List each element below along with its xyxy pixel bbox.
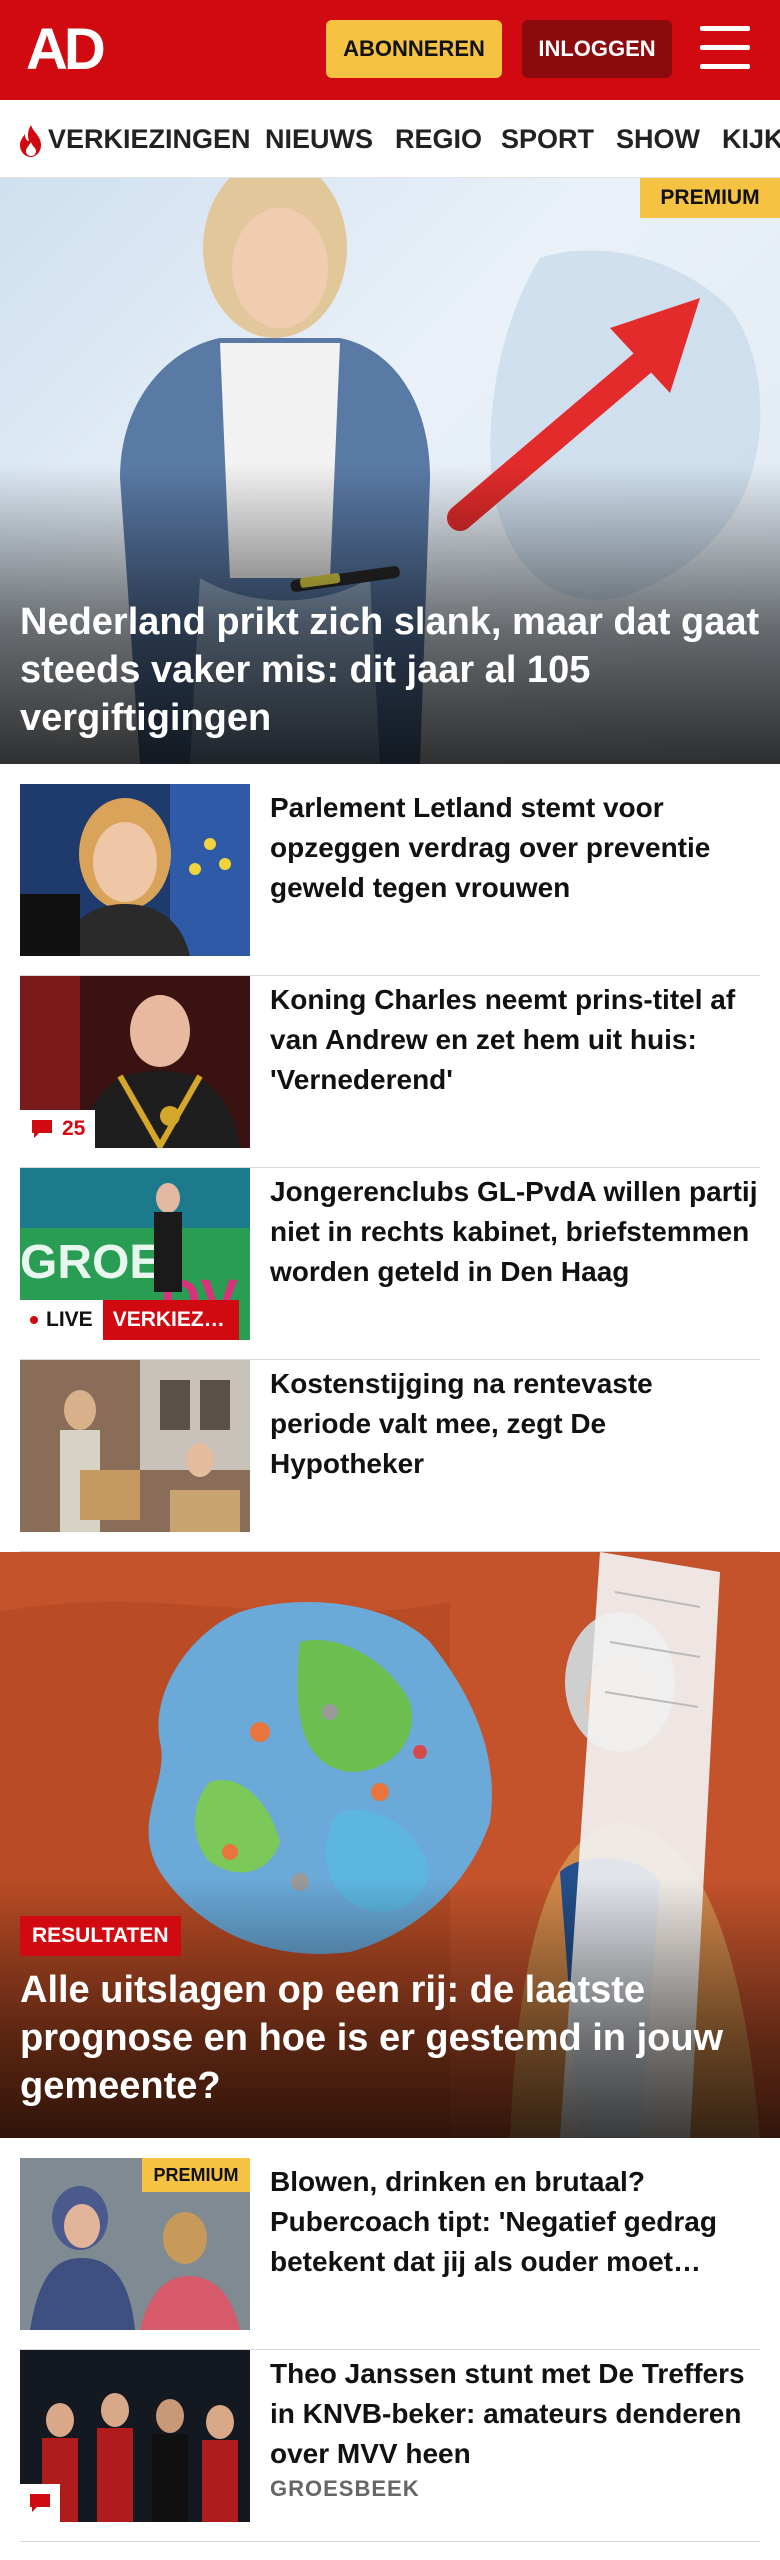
nav-item-regio[interactable]: REGIO — [395, 122, 482, 156]
article-title[interactable]: Jongerenclubs GL-PvdA willen partij niet… — [270, 1172, 760, 1292]
results-badge: RESULTATEN — [20, 1916, 181, 1956]
hero-title[interactable]: Nederland prikt zich slank, maar dat gaa… — [20, 598, 760, 742]
hamburger-menu-icon[interactable] — [700, 26, 750, 72]
list-item[interactable]: GROE DV LIVE VERKIEZINGEN Jongerenclubs … — [20, 1168, 760, 1360]
premium-badge: PREMIUM — [640, 178, 780, 218]
list-item[interactable]: 25 Koning Charles neemt prins-titel af v… — [20, 976, 760, 1168]
login-button[interactable]: INLOGGEN — [522, 20, 672, 78]
subscribe-button[interactable]: ABONNEREN — [326, 20, 502, 78]
article-location: GROESBEEK — [270, 2476, 420, 2501]
premium-badge: PREMIUM — [142, 2158, 250, 2192]
list-item[interactable]: Theo Janssen stunt met De Treffers in KN… — [20, 2350, 760, 2542]
feature-title[interactable]: Alle uitslagen op een rij: de laatste pr… — [20, 1966, 770, 2110]
list-item[interactable]: Kostenstijging na rentevaste periode val… — [20, 1360, 760, 1552]
section-nav: VERKIEZINGEN NIEUWS REGIO SPORT SHOW KIJ… — [0, 100, 780, 178]
article-thumbnail: PREMIUM — [20, 2158, 250, 2330]
feature-article[interactable]: RESULTATEN Alle uitslagen op een rij: de… — [0, 1552, 780, 2138]
nav-item-verkiezingen[interactable]: VERKIEZINGEN — [16, 122, 251, 158]
nav-label: VERKIEZINGEN — [48, 124, 251, 154]
hero-article[interactable]: PREMIUM Nederland prikt zich slank, maar… — [0, 178, 780, 764]
flame-icon — [20, 124, 41, 157]
comment-icon — [30, 2494, 50, 2512]
article-thumbnail — [20, 784, 250, 956]
article-title[interactable]: Koning Charles neemt prins-titel af van … — [270, 980, 760, 1100]
article-title[interactable]: Kostenstijging na rentevaste periode val… — [270, 1364, 760, 1484]
nav-item-nieuws[interactable]: NIEUWS — [265, 122, 373, 156]
comment-icon — [32, 1120, 52, 1138]
article-title[interactable]: Blowen, drinken en brutaal? Pubercoach t… — [270, 2162, 760, 2282]
nav-item-sport[interactable]: SPORT — [501, 122, 594, 156]
top-header: AD ABONNEREN INLOGGEN — [0, 0, 780, 100]
nav-item-kijk[interactable]: KIJK — [722, 122, 780, 156]
article-thumbnail: 25 — [20, 976, 250, 1148]
comment-badge — [20, 2484, 60, 2522]
comment-count-badge: 25 — [20, 1110, 96, 1148]
category-tag: VERKIEZINGEN — [102, 1300, 239, 1340]
list-item[interactable]: PREMIUM Blowen, drinken en brutaal? Pube… — [20, 2158, 760, 2350]
article-thumbnail — [20, 1360, 250, 1532]
nav-item-show[interactable]: SHOW — [616, 122, 700, 156]
article-title[interactable]: Parlement Letland stemt voor opzeggen ve… — [270, 788, 760, 908]
live-badge: LIVE VERKIEZINGEN — [20, 1300, 239, 1340]
article-thumbnail — [20, 2350, 250, 2522]
svg-text:GROE: GROE — [20, 1236, 161, 1289]
live-label: LIVE — [46, 1308, 93, 1331]
ad-logo[interactable]: AD — [26, 20, 106, 80]
article-thumbnail: GROE DV LIVE VERKIEZINGEN — [20, 1168, 250, 1340]
article-title[interactable]: Theo Janssen stunt met De Treffers in KN… — [270, 2354, 760, 2474]
comment-count: 25 — [62, 1117, 86, 1140]
list-item[interactable]: Parlement Letland stemt voor opzeggen ve… — [20, 784, 760, 976]
live-dot-icon — [30, 1316, 38, 1324]
